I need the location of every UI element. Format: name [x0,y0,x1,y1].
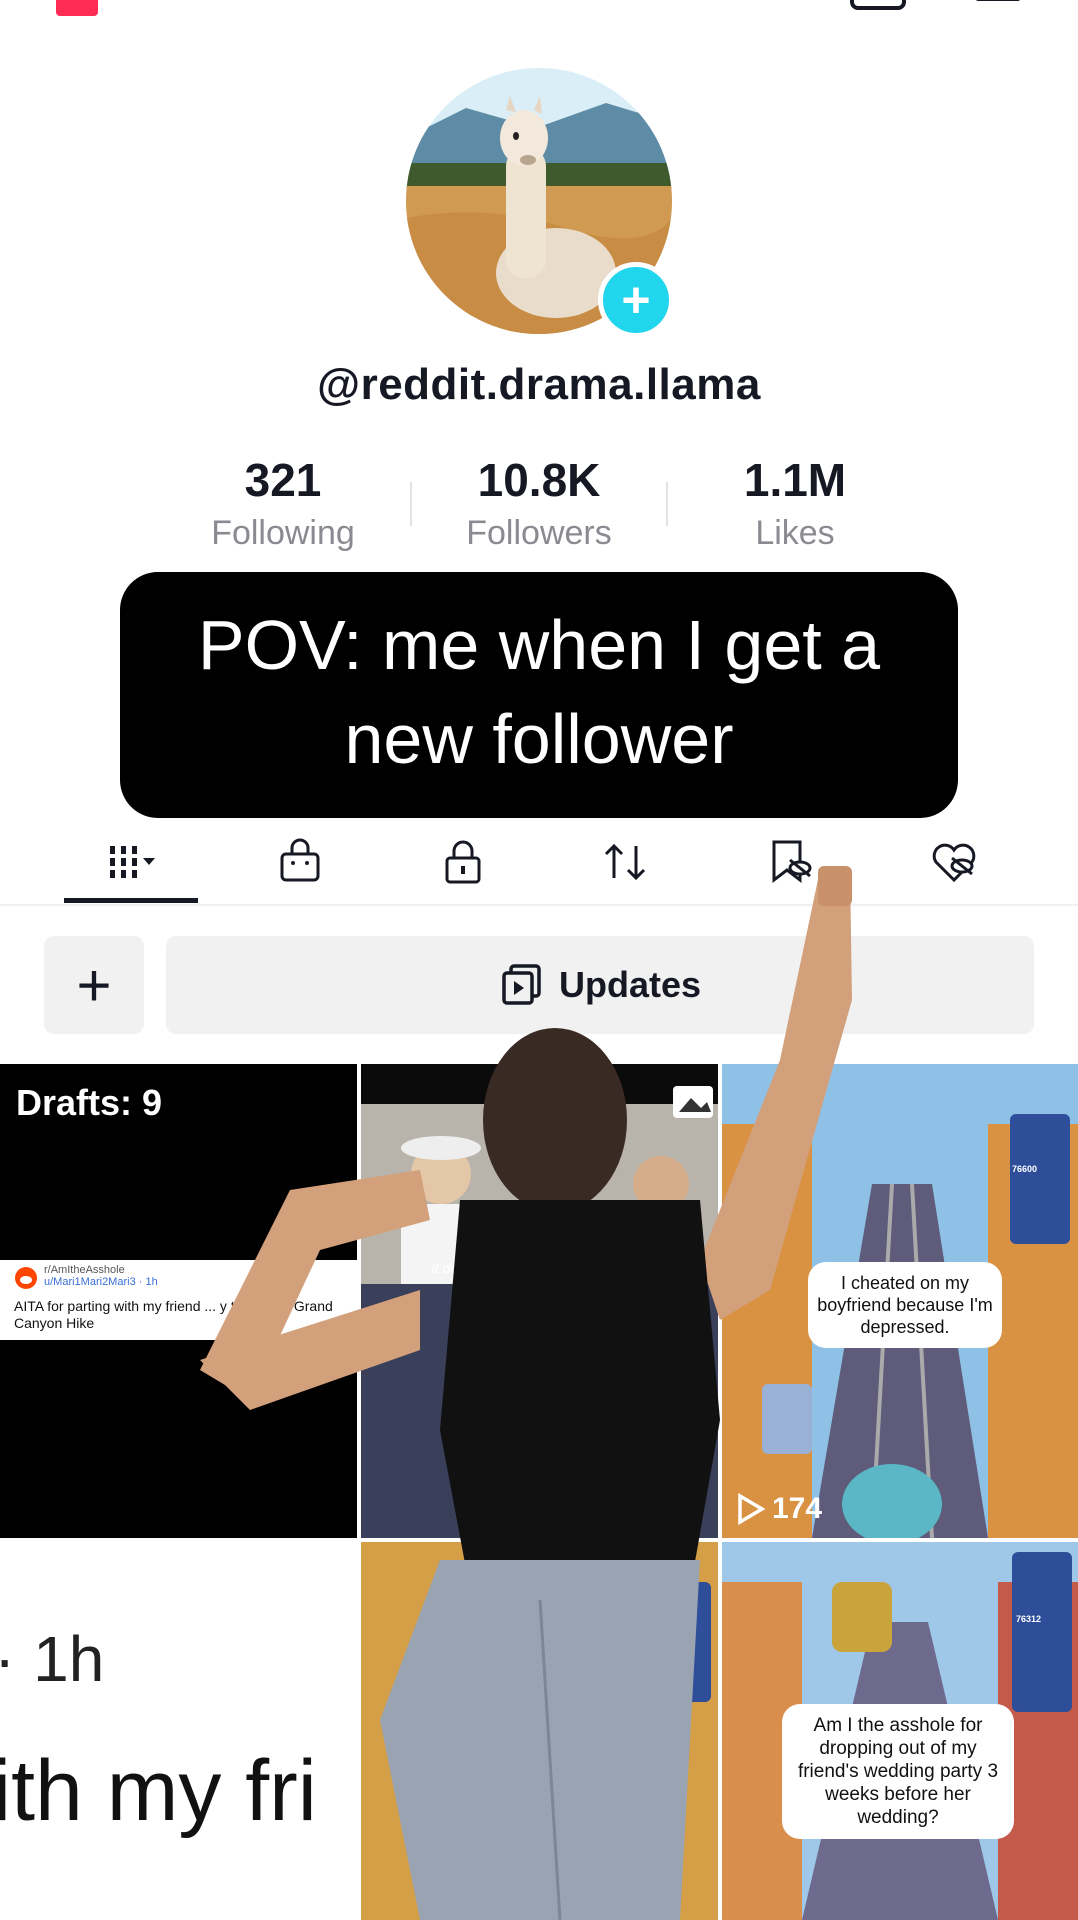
add-button[interactable]: + [44,936,144,1034]
bookmark-hidden-icon [772,840,812,884]
tab-selected-underline [64,898,198,903]
menu-icon[interactable] [976,0,1020,1]
play-icon [738,1493,766,1525]
following-label: Following [211,514,355,552]
tab-liked[interactable] [894,818,1014,906]
following-count: 321 [244,454,322,506]
game-score: 76600 [653,1646,679,1656]
game-score: 76600 [1012,1164,1038,1174]
crowd-subtitle: It does n [431,1260,485,1276]
drafts-tile[interactable]: Drafts: 9 r/AmItheAsshole u/Mari1Mari2Ma… [0,1064,357,1538]
reddit-username: u/Mari1Mari2Mari3 · 1h [44,1276,158,1288]
crowd-thumbnail [361,1064,718,1538]
likes-stat[interactable]: 1.1M Likes [668,452,922,562]
grid-icon [110,846,155,878]
followers-count: 10.8K [477,454,601,506]
profile-view-icon[interactable] [850,0,906,10]
play-count-value: 174 [772,1492,823,1525]
profile-tabs [0,818,1078,906]
zoomed-time: · 1h [0,1623,105,1695]
reddit-subreddit: r/AmItheAsshole [44,1264,125,1276]
followers-stat[interactable]: 10.8K Followers [412,452,666,562]
caption-line-1: POV: me when I get a [197,606,881,684]
username: @reddit.drama.llama [317,360,761,409]
tab-favorites[interactable] [730,818,850,906]
reddit-title: AITA for parting with my friend ... y th… [14,1298,333,1331]
subway-game-thumbnail [361,1542,718,1920]
tab-reposts[interactable] [566,818,686,906]
video-tile-subway-1[interactable]: I cheated on my boyfriend because I'm de… [722,1064,1078,1538]
video-tile-subway-3[interactable]: 76312 Am I the asshole for dropping out … [722,1542,1078,1920]
tabs-divider [0,904,1078,906]
updates-label: Updates [558,964,702,1005]
reddit-icon [15,1267,37,1289]
tab-videos[interactable] [72,818,192,906]
zoomed-title: ith my fri [0,1743,317,1839]
lock-icon [445,840,481,884]
video-tile-crowd[interactable]: It does n [361,1064,718,1538]
updates-icon [502,964,541,1005]
video-grid: Drafts: 9 r/AmItheAsshole u/Mari1Mari2Ma… [0,1064,1078,1920]
play-count: 174 [736,1492,822,1526]
followers-label: Followers [466,514,612,552]
following-stat[interactable]: 321 Following [156,452,410,562]
video-tile-subway-2[interactable]: 76600 [361,1542,718,1920]
game-score: 76312 [1016,1614,1042,1624]
reddit-post-card: r/AmItheAsshole u/Mari1Mari2Mari3 · 1h A… [0,1260,357,1340]
shop-bag-icon [280,838,320,882]
likes-count: 1.1M [743,454,847,506]
updates-button[interactable]: Updates [166,936,1034,1034]
tab-private[interactable] [403,818,523,906]
liked-hidden-icon [932,843,976,883]
video-tile-reddit-zoom[interactable]: · 1h ith my fri [0,1542,357,1920]
overlay-caption: POV: me when I get a new follower [120,572,958,818]
likes-label: Likes [755,514,835,552]
caption-line-2: new follower [344,700,734,778]
shop-icon[interactable] [56,0,98,16]
profile-stats: 321 Following 10.8K Followers 1.1M Likes [156,452,922,562]
video-text-bubble: Am I the asshole for dropping out of my … [782,1704,1014,1839]
add-avatar-plus-icon[interactable]: + [598,262,674,338]
top-bar [0,0,1078,20]
repost-icon [604,843,646,881]
video-text-bubble: I cheated on my boyfriend because I'm de… [808,1262,1002,1348]
drafts-label: Drafts: 9 [16,1082,163,1123]
tab-shop[interactable] [240,818,360,906]
